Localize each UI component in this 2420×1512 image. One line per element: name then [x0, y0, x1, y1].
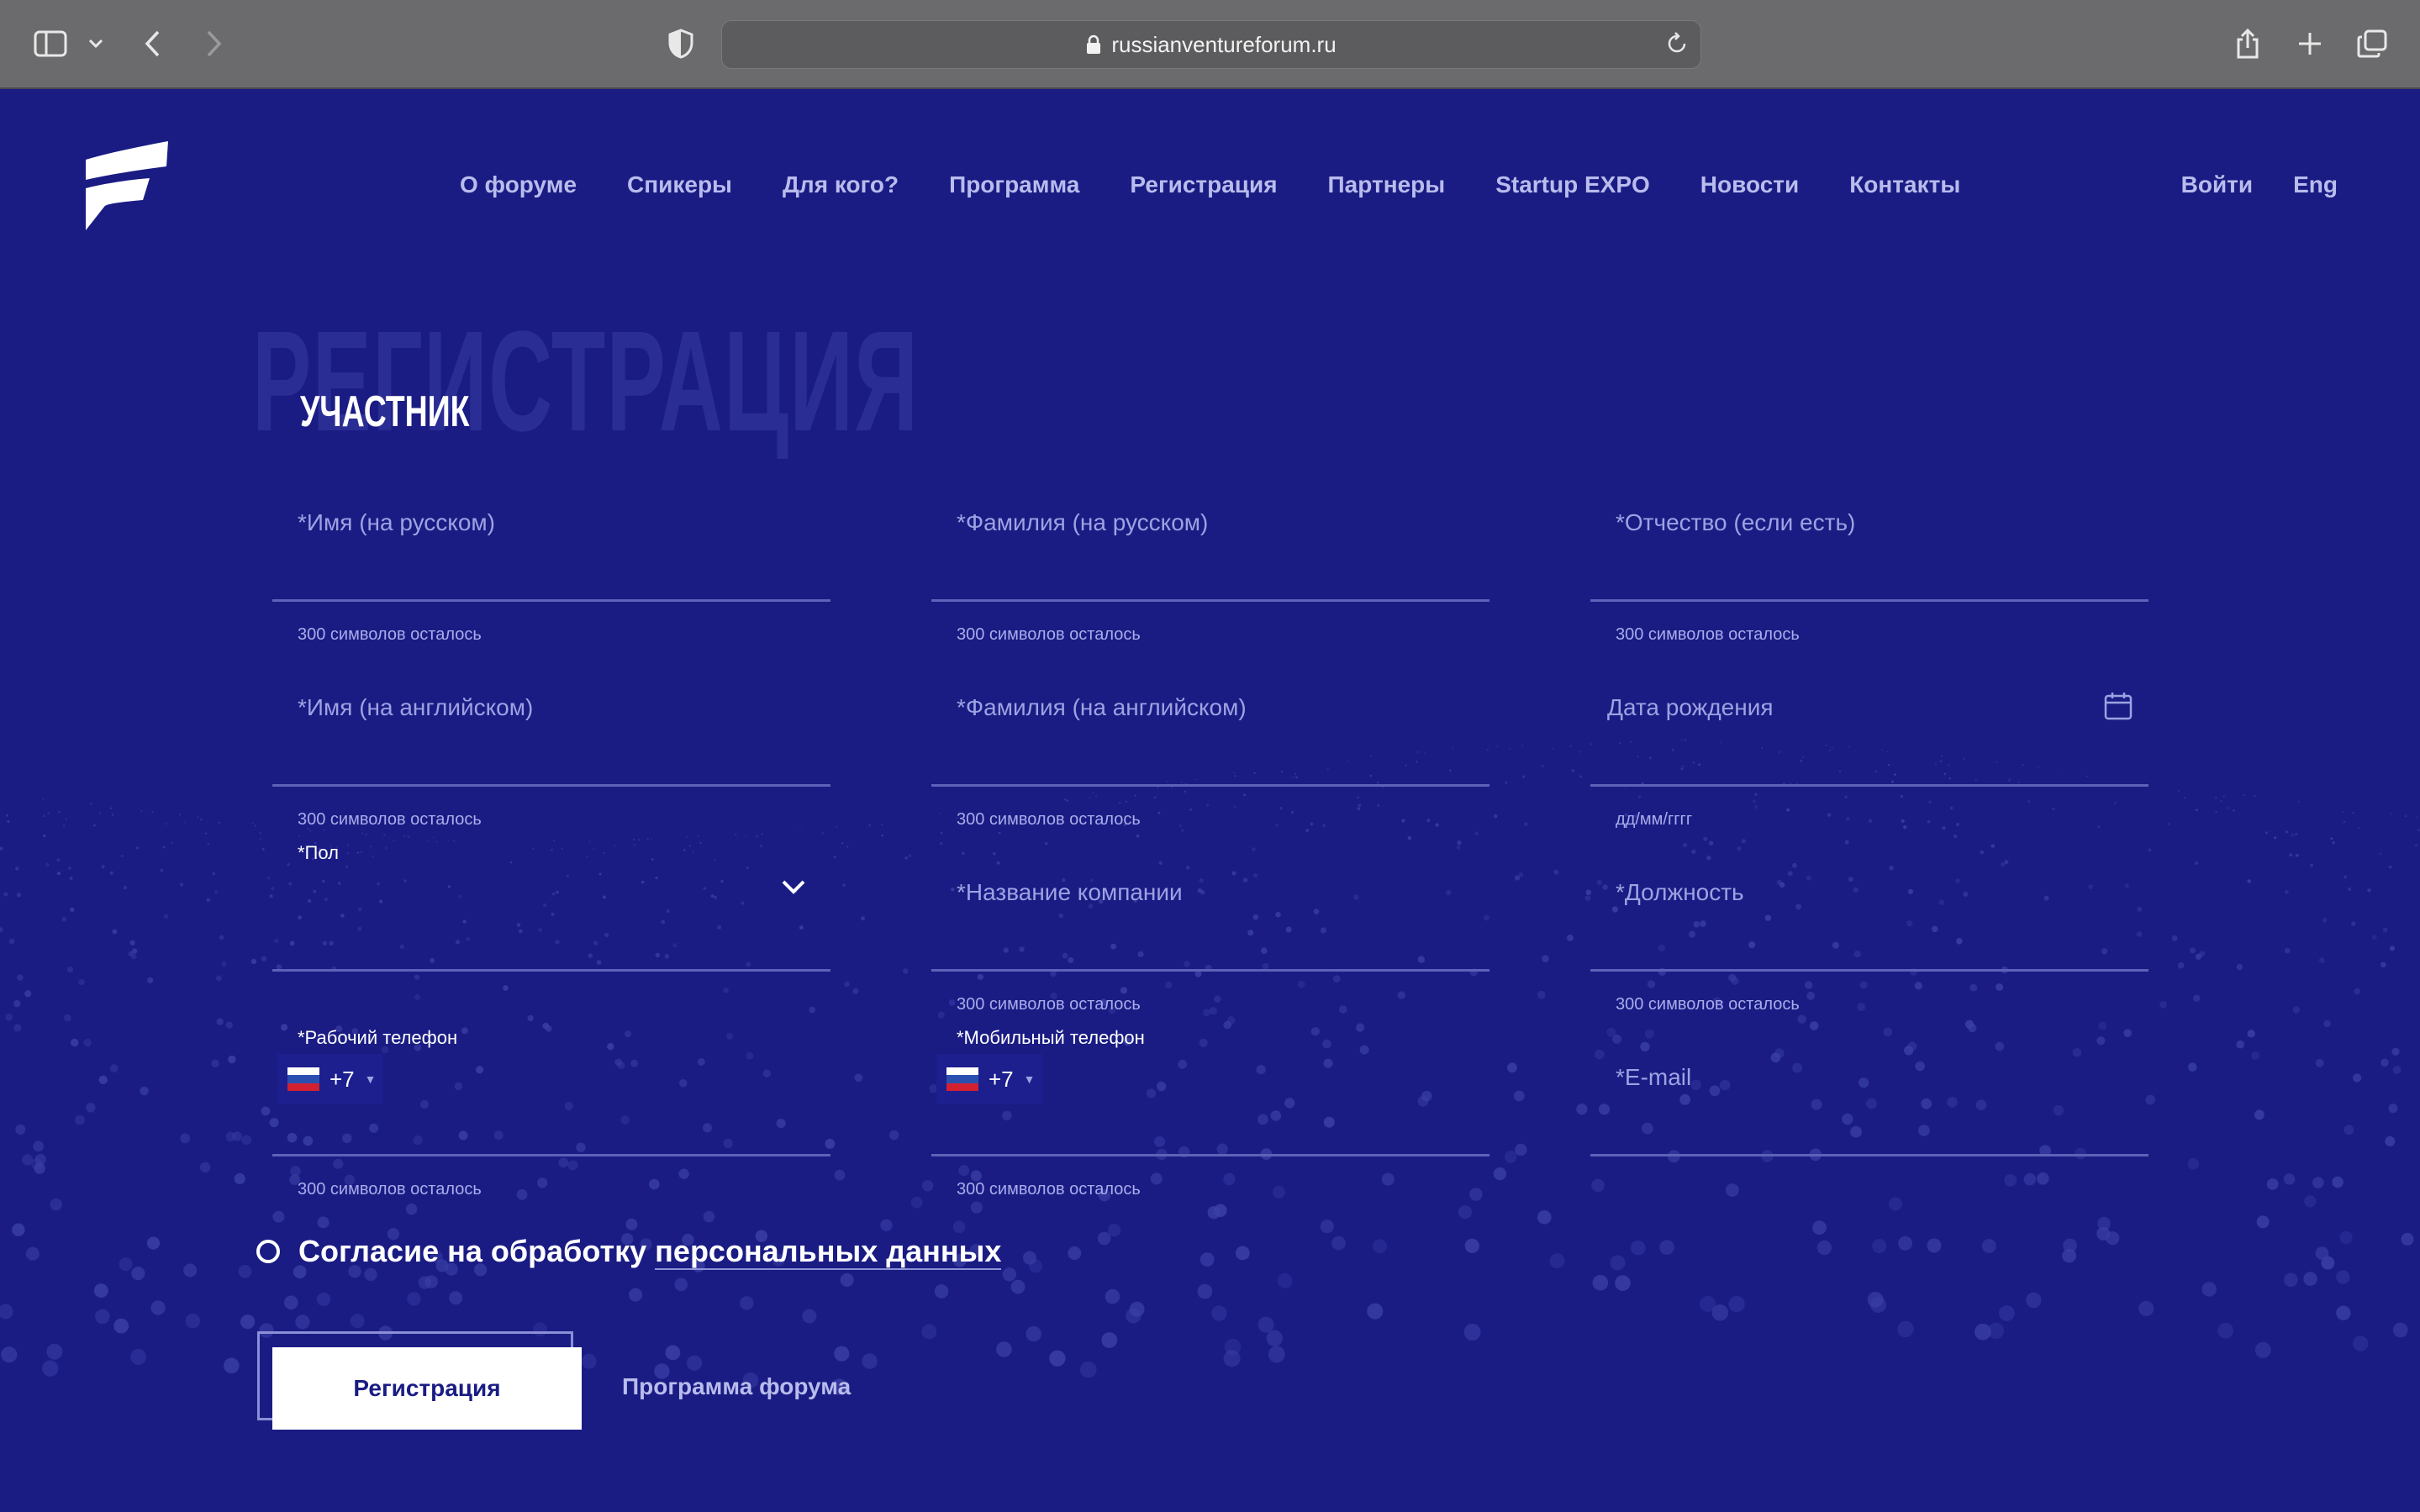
field-underline [272, 969, 830, 972]
position-hint: 300 символов осталось [1616, 995, 1800, 1014]
nav-partners[interactable]: Партнеры [1328, 171, 1446, 198]
birth-date-field[interactable]: Дата рождения дд/мм/гггг [1590, 691, 2148, 829]
first-name-en-placeholder: *Имя (на английском) [298, 694, 534, 720]
program-link[interactable]: Программа форума [622, 1373, 851, 1400]
nav-audience[interactable]: Для кого? [783, 171, 899, 198]
country-code-selector[interactable]: +7 ▼ [277, 1054, 383, 1104]
field-underline [1590, 599, 2148, 602]
field-underline [931, 599, 1489, 602]
back-icon[interactable] [134, 25, 171, 62]
field-underline [931, 969, 1489, 972]
first-name-ru-placeholder: *Имя (на русском) [298, 509, 496, 535]
personal-data-link[interactable]: персональных данных [655, 1234, 1002, 1270]
first-name-ru-field[interactable]: *Имя (на русском) 300 символов осталось [272, 509, 830, 644]
mobile-phone-field[interactable]: *Мобильный телефон +7 ▼ 300 символов ост… [931, 1027, 1489, 1199]
forward-icon[interactable] [195, 25, 232, 62]
field-underline [1590, 969, 2148, 972]
tab-overview-icon[interactable] [2354, 25, 2391, 62]
country-code-selector[interactable]: +7 ▼ [936, 1054, 1042, 1104]
register-button[interactable]: Регистрация [272, 1347, 582, 1430]
email-field[interactable]: *E-mail [1590, 1064, 2148, 1156]
email-placeholder: *E-mail [1616, 1064, 1692, 1090]
gender-label: *Пол [298, 842, 339, 863]
birth-date-placeholder: Дата рождения [1607, 694, 1774, 720]
caret-down-icon: ▼ [364, 1072, 377, 1086]
work-phone-field[interactable]: *Рабочий телефон +7 ▼ 300 символов остал… [272, 1027, 830, 1199]
first-name-en-hint: 300 символов осталось [298, 810, 482, 829]
first-name-ru-hint: 300 символов осталось [298, 625, 482, 644]
reload-icon[interactable] [1665, 31, 1689, 56]
url-text: russianventureforum.ru [1111, 31, 1337, 57]
mobile-phone-label: *Мобильный телефон [957, 1027, 1145, 1048]
gender-select[interactable]: *Пол [272, 842, 830, 972]
field-underline [272, 784, 830, 787]
nav-news[interactable]: Новости [1700, 171, 1799, 198]
share-icon[interactable] [2229, 25, 2266, 62]
birth-date-hint: дд/мм/гггг [1616, 810, 1693, 829]
nav-contacts[interactable]: Контакты [1849, 171, 1960, 198]
language-switch[interactable]: Eng [2293, 171, 2338, 198]
consent-radio[interactable] [256, 1240, 280, 1263]
field-underline [931, 784, 1489, 787]
field-underline [931, 1154, 1489, 1156]
page-background-title: РЕГИСТРАЦИЯ [252, 302, 920, 461]
nav-startup-expo[interactable]: Startup EXPO [1495, 171, 1650, 198]
work-phone-label: *Рабочий телефон [298, 1027, 458, 1048]
caret-down-icon: ▼ [1023, 1072, 1036, 1086]
login-link[interactable]: Войти [2181, 171, 2253, 198]
consent-label: Согласие на обработку персональных данны… [298, 1234, 1002, 1270]
calendar-icon[interactable] [2103, 691, 2133, 721]
patronymic-hint: 300 символов осталось [1616, 625, 1800, 644]
last-name-en-placeholder: *Фамилия (на английском) [957, 694, 1247, 720]
field-underline [1590, 784, 2148, 787]
last-name-en-field[interactable]: *Фамилия (на английском) 300 символов ос… [931, 694, 1489, 829]
new-tab-icon[interactable] [2291, 25, 2328, 62]
work-phone-hint: 300 символов осталось [298, 1180, 482, 1199]
field-underline [272, 1154, 830, 1156]
russia-flag-icon [287, 1067, 319, 1091]
page-title: УЧАСТНИК [300, 387, 470, 436]
forum-logo[interactable] [82, 141, 170, 234]
patronymic-field[interactable]: *Отчество (если есть) 300 символов остал… [1590, 509, 2148, 644]
chevron-down-icon[interactable] [77, 25, 114, 62]
company-field[interactable]: *Название компании 300 символов осталось [931, 879, 1489, 1014]
nav-about[interactable]: О форуме [460, 171, 577, 198]
main-nav: О форуме Спикеры Для кого? Программа Рег… [460, 171, 1960, 198]
last-name-en-hint: 300 символов осталось [957, 810, 1141, 829]
privacy-shield-icon[interactable] [662, 25, 699, 62]
field-underline [1590, 1154, 2148, 1156]
position-field[interactable]: *Должность 300 символов осталось [1590, 879, 2148, 1014]
patronymic-placeholder: *Отчество (если есть) [1616, 509, 1856, 535]
last-name-ru-field[interactable]: *Фамилия (на русском) 300 символов остал… [931, 509, 1489, 644]
browser-toolbar: russianventureforum.ru [0, 0, 2420, 89]
user-nav: Войти Eng [2181, 171, 2338, 198]
lock-icon [1087, 34, 1101, 54]
position-placeholder: *Должность [1616, 879, 1744, 905]
first-name-en-field[interactable]: *Имя (на английском) 300 символов остало… [272, 694, 830, 829]
consent-prefix: Согласие на обработку [298, 1234, 656, 1268]
company-hint: 300 символов осталось [957, 995, 1141, 1014]
nav-registration[interactable]: Регистрация [1130, 171, 1277, 198]
field-underline [272, 599, 830, 602]
consent-checkbox[interactable]: Согласие на обработку персональных данны… [256, 1234, 1002, 1270]
nav-speakers[interactable]: Спикеры [627, 171, 732, 198]
address-bar[interactable]: russianventureforum.ru [721, 20, 1701, 69]
last-name-ru-hint: 300 символов осталось [957, 625, 1141, 644]
mobile-phone-hint: 300 символов осталось [957, 1180, 1141, 1199]
russia-flag-icon [946, 1067, 978, 1091]
company-placeholder: *Название компании [957, 879, 1183, 905]
chevron-down-icon[interactable] [780, 877, 807, 896]
nav-program[interactable]: Программа [949, 171, 1079, 198]
country-code: +7 [989, 1066, 1014, 1092]
page: О форуме Спикеры Для кого? Программа Рег… [0, 89, 2420, 1512]
country-code: +7 [330, 1066, 355, 1092]
last-name-ru-placeholder: *Фамилия (на русском) [957, 509, 1209, 535]
sidebar-toggle-icon[interactable] [32, 25, 69, 62]
